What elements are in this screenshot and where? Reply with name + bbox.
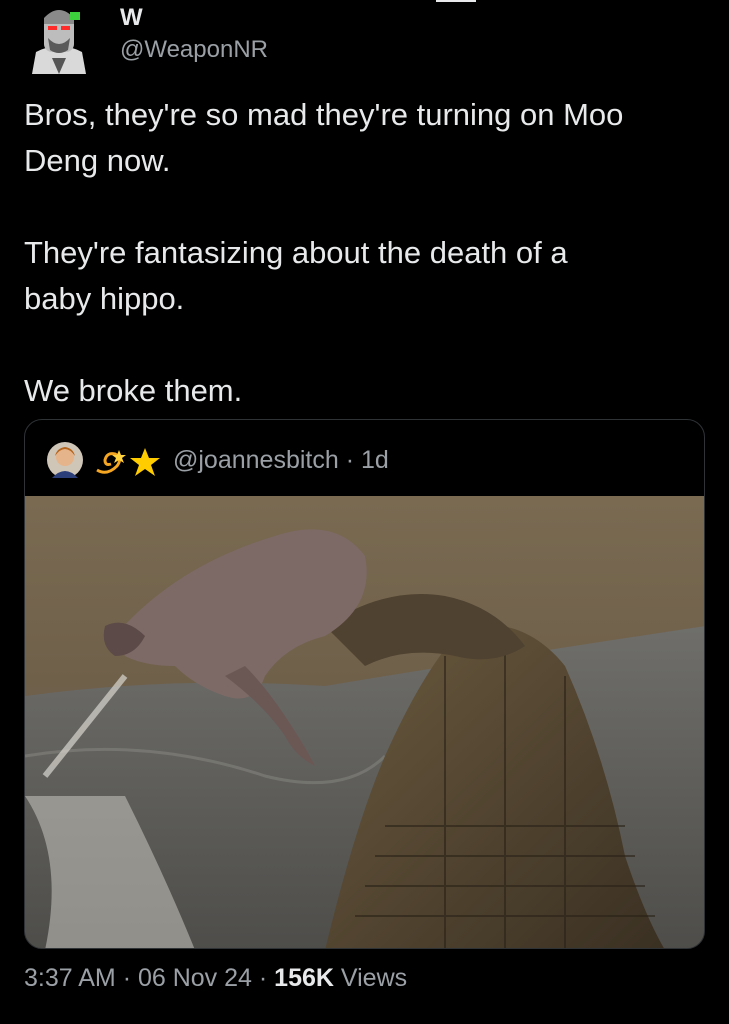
post-date[interactable]: 06 Nov 24 xyxy=(138,964,252,992)
tweet-meta: 3:37 AM · 06 Nov 24 · 156K Views xyxy=(24,964,407,993)
views-count: 156K xyxy=(274,964,334,992)
star-emoji xyxy=(130,448,160,476)
post-time[interactable]: 3:37 AM xyxy=(24,964,116,992)
author-handle[interactable]: @WeaponNR xyxy=(120,36,268,64)
views-label: Views xyxy=(340,964,408,992)
dizzy-emoji xyxy=(96,450,126,474)
quote-header: @joannesbitch · 1d xyxy=(25,420,704,498)
author-name[interactable]: W xyxy=(120,4,143,32)
quote-handle[interactable]: @joannesbitch xyxy=(173,446,339,474)
tweet-text: Bros, they're so mad they're turning on … xyxy=(24,97,624,408)
quote-separator: · xyxy=(345,446,355,474)
tweet-header: W @WeaponNR xyxy=(24,0,704,80)
quote-author-emojis xyxy=(93,446,165,478)
meta-separator: · xyxy=(258,964,268,992)
author-avatar[interactable] xyxy=(24,0,94,74)
quote-timestamp[interactable]: 1d xyxy=(361,446,389,474)
quote-tweet-card[interactable]: @joannesbitch · 1d xyxy=(24,419,705,949)
quote-photo[interactable] xyxy=(25,496,704,948)
meta-separator: · xyxy=(122,964,132,992)
quote-handle-line[interactable]: @joannesbitch · 1d xyxy=(173,446,389,475)
quote-author-avatar[interactable] xyxy=(47,442,83,478)
